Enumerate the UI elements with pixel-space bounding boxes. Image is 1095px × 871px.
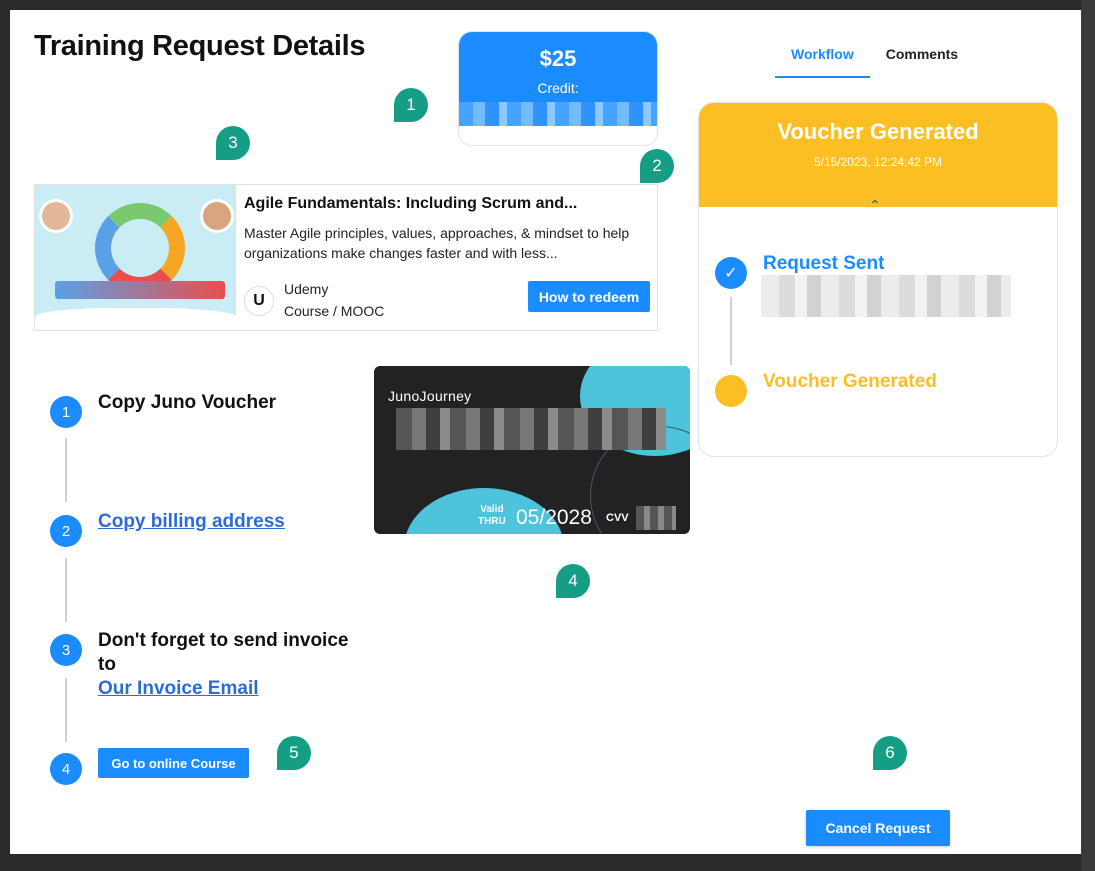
redacted-cvv xyxy=(636,506,676,530)
invoice-email-link[interactable]: Our Invoice Email xyxy=(98,678,259,700)
voucher-status-date: 5/15/2023, 12:24:42 PM xyxy=(813,155,943,169)
send-invoice-label-to: to xyxy=(98,654,116,675)
workflow-panel: Voucher Generated 5/15/2023, 12:24:42 PM… xyxy=(698,102,1058,457)
cancel-request-button[interactable]: Cancel Request xyxy=(806,810,950,846)
chevron-up-icon[interactable]: ⌃ xyxy=(869,197,881,214)
valid-thru-label: Valid THRU xyxy=(478,504,506,528)
annotation-marker-6: 6 xyxy=(873,736,907,770)
step-number-1: 1 xyxy=(50,396,82,428)
tab-comments[interactable]: Comments xyxy=(870,38,974,78)
annotation-marker-3-label: 3 xyxy=(228,133,238,152)
voucher-status-header: Voucher Generated 5/15/2023, 12:24:42 PM xyxy=(699,103,1057,207)
process-arrow-graphic xyxy=(55,281,225,299)
agile-cycle-graphic xyxy=(95,203,185,293)
backdrop xyxy=(1081,0,1095,871)
redacted-request-details xyxy=(761,275,1011,317)
tab-workflow[interactable]: Workflow xyxy=(775,38,870,78)
annotation-marker-4-label: 4 xyxy=(568,571,578,590)
send-invoice-label: Don't forget to send invoice xyxy=(98,630,349,651)
pending-step-icon xyxy=(715,375,747,407)
annotation-marker-1-label: 1 xyxy=(406,95,416,114)
redacted-credit-value xyxy=(459,102,657,126)
annotation-marker-5-label: 5 xyxy=(289,743,299,762)
udemy-logo-icon: U xyxy=(244,286,274,316)
redacted-card-number xyxy=(396,408,666,450)
annotation-marker-2-label: 2 xyxy=(652,156,662,175)
go-to-online-course-button[interactable]: Go to online Course xyxy=(98,748,249,778)
course-type: Course / MOOC xyxy=(284,303,385,319)
annotation-marker-2: 2 xyxy=(640,149,674,183)
workflow-step-request-sent: Request Sent xyxy=(763,253,885,274)
provider-name: Udemy xyxy=(284,281,329,297)
annotation-marker-1: 1 xyxy=(394,88,428,122)
annotation-marker-3: 3 xyxy=(216,126,250,160)
instructor-avatar xyxy=(39,199,73,233)
annotation-marker-4: 4 xyxy=(556,564,590,598)
copy-billing-address-link[interactable]: Copy billing address xyxy=(98,511,285,533)
voucher-status-title: Voucher Generated xyxy=(777,119,979,144)
valid-label: Valid xyxy=(480,504,504,515)
credit-label: Credit: xyxy=(537,80,579,96)
card-expiry: 05/2028 xyxy=(516,506,592,529)
instructor-avatar xyxy=(200,199,234,233)
cloud-graphic xyxy=(35,308,236,330)
workflow-step-voucher-generated: Voucher Generated xyxy=(763,371,937,392)
cvv-label: CVV xyxy=(606,512,629,524)
annotation-marker-5: 5 xyxy=(277,736,311,770)
course-description: Master Agile principles, values, approac… xyxy=(244,225,630,261)
page-title: Training Request Details xyxy=(34,30,366,62)
annotation-marker-6-label: 6 xyxy=(885,743,895,762)
training-request-modal: Training Request Details $25 Credit: Wor… xyxy=(10,10,1081,854)
thru-label: THRU xyxy=(478,516,506,527)
step-number-2: 2 xyxy=(50,515,82,547)
course-thumbnail xyxy=(35,185,236,330)
credit-amount: $25 xyxy=(539,46,577,71)
step-connector xyxy=(65,678,67,742)
check-icon: ✓ xyxy=(715,257,747,289)
juno-voucher-card[interactable]: JunoJourney Valid THRU 05/2028 CVV xyxy=(374,366,690,534)
credit-card: $25 Credit: xyxy=(458,31,658,146)
copy-voucher-label: Copy Juno Voucher xyxy=(98,392,277,413)
step-connector xyxy=(65,438,67,502)
course-card: Agile Fundamentals: Including Scrum and.… xyxy=(34,184,658,331)
workflow-connector xyxy=(730,297,732,365)
step-number-4: 4 xyxy=(50,753,82,785)
course-title[interactable]: Agile Fundamentals: Including Scrum and.… xyxy=(244,195,577,213)
junojourney-logo: JunoJourney xyxy=(388,388,472,404)
tab-bar: Workflow Comments xyxy=(775,38,974,78)
step-number-3: 3 xyxy=(50,634,82,666)
step-connector xyxy=(65,558,67,622)
how-to-redeem-button[interactable]: How to redeem xyxy=(528,281,650,312)
